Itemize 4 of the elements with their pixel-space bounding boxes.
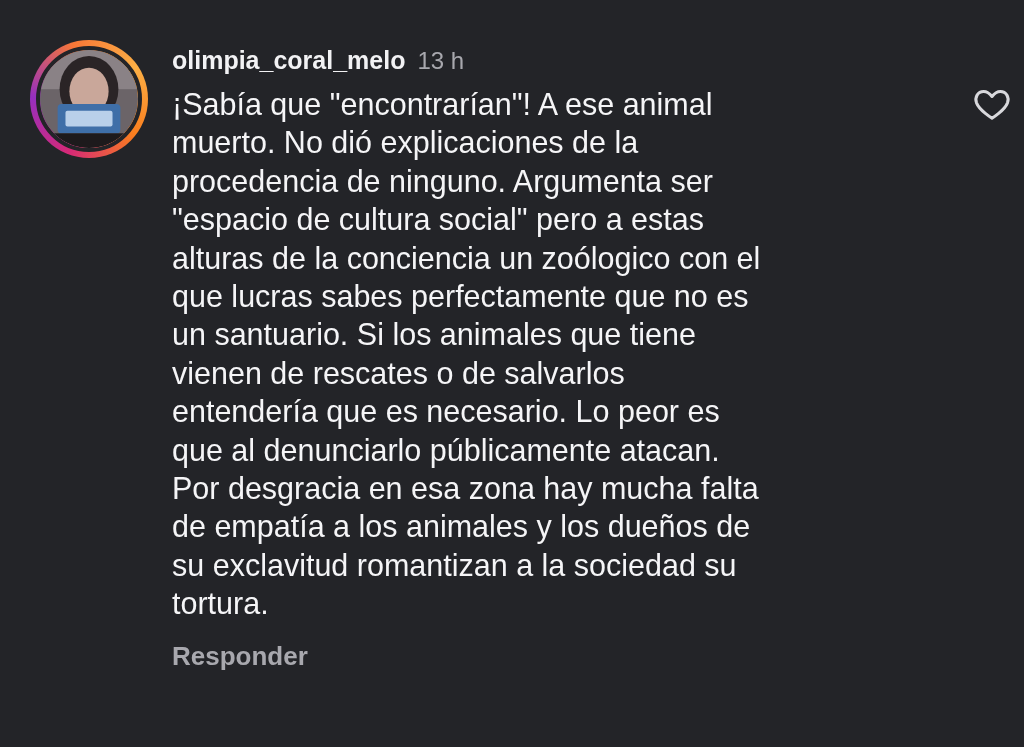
comment-time: 13 h bbox=[417, 47, 465, 75]
comment-text: ¡Sabía que "encontrarían"! A ese animal muerto. No dió explicaciones de la procedencia de ninguno. Argumenta ser "espacio de cultura social" pero a estas alturas de la conciencia un zoólogico con el que lucras sabes perfectamente que no es un santuario. Si los animales que tiene vienen de rescates o de salvarlos entendería que es necesario. Lo peor es que al denunciarlo públicamente atacan. Por desgracia en esa zona hay mucha falta de empatía a los animales y los dueños de su exclavitud romantizan a la sociedad su tortura. bbox=[172, 86, 761, 623]
reply-button[interactable]: Responder bbox=[172, 640, 308, 672]
username[interactable]: olimpia_coral_melo bbox=[172, 46, 406, 75]
